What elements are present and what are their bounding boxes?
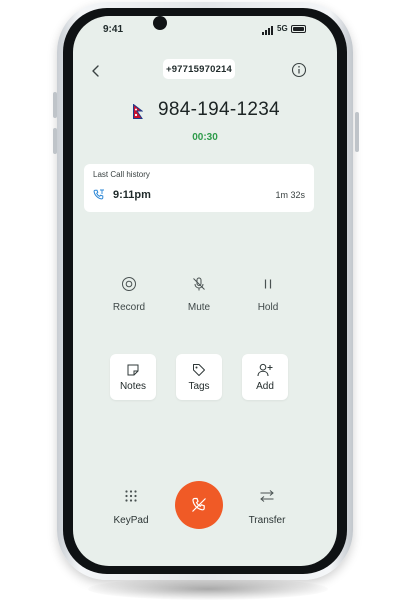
call-timer: 00:30 [192,132,218,143]
hold-label: Hold [257,302,279,313]
nepal-flag-icon [133,104,143,119]
keypad-icon [125,490,137,502]
note-icon [127,364,139,376]
side-button [355,112,359,152]
tag-icon [193,364,205,376]
info-icon[interactable] [291,62,307,78]
keypad-button[interactable]: KeyPad [96,489,166,526]
phone-shadow [88,578,328,600]
tags-button[interactable]: Tags [176,354,222,400]
transfer-icon [260,490,274,502]
transfer-label: Transfer [248,515,286,526]
microphone-muted-icon [193,277,205,291]
pause-icon [264,279,272,289]
phone-screen: 9:41 5G +97715970214 984-194-1234 00:30 … [73,16,337,566]
history-title: Last Call history [93,170,150,179]
incoming-call-icon [93,189,104,200]
status-bar: 9:41 5G [73,16,337,38]
side-button [53,128,57,154]
network-type: 5G [277,24,288,33]
tags-label: Tags [188,381,210,392]
notes-button[interactable]: Notes [110,354,156,400]
status-time: 9:41 [103,24,124,35]
record-label: Record [112,302,146,313]
end-call-button[interactable] [175,481,223,529]
side-button [53,92,57,118]
record-button[interactable]: Record [99,276,159,313]
last-call-history-card: Last Call history 9:11pm 1m 32s [84,164,314,212]
transfer-button[interactable]: Transfer [232,489,302,526]
add-label: Add [256,381,274,392]
mute-button[interactable]: Mute [169,276,229,313]
end-call-icon [192,497,206,512]
notes-label: Notes [119,381,147,392]
record-icon [122,277,136,291]
phone-number-pill: +97715970214 [163,59,235,79]
camera-notch [153,16,167,30]
history-call-duration: 1m 32s [275,190,305,200]
mute-label: Mute [187,302,211,313]
back-chevron-icon[interactable] [89,64,103,78]
hold-button[interactable]: Hold [238,276,298,313]
signal-icon [262,26,273,35]
battery-icon [291,25,306,33]
caller-number: 984-194-1234 [158,99,280,120]
history-call-time: 9:11pm [113,189,151,201]
keypad-label: KeyPad [113,515,149,526]
add-user-icon [257,363,273,377]
add-button[interactable]: Add [242,354,288,400]
